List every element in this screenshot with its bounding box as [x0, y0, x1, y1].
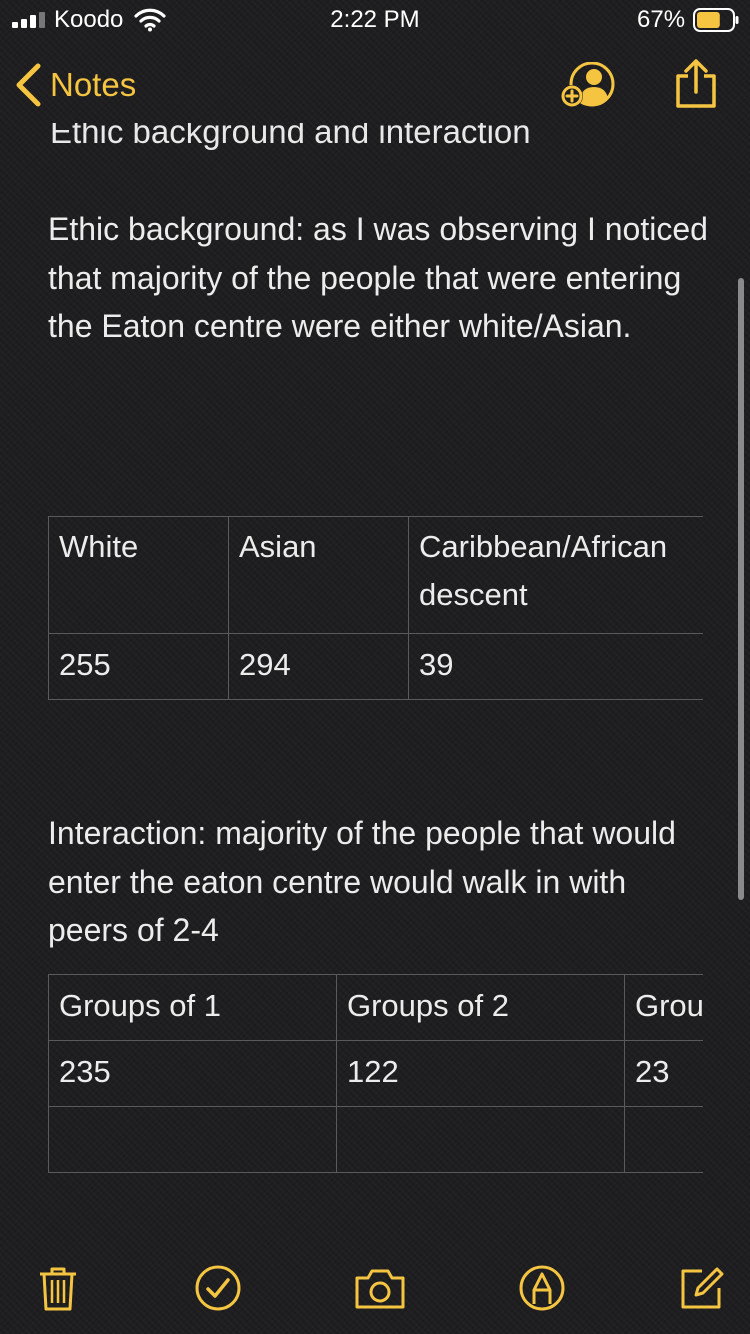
camera-icon[interactable]: [354, 1264, 406, 1312]
ethnicity-table[interactable]: White Asian Caribbean/African descent 25…: [48, 516, 703, 700]
table-cell[interactable]: 122: [336, 1040, 625, 1107]
table-cell[interactable]: [624, 1106, 703, 1173]
battery-icon: [693, 8, 739, 32]
chevron-left-icon: [16, 63, 41, 107]
note-body[interactable]: Ethic background and interaction Ethic b…: [48, 112, 708, 1242]
table-cell[interactable]: Grou: [624, 974, 703, 1041]
trash-icon[interactable]: [34, 1264, 82, 1312]
table-row: [48, 1106, 703, 1173]
bottom-toolbar: [0, 1256, 750, 1326]
markup-pen-icon[interactable]: [518, 1264, 566, 1312]
table-row: White Asian Caribbean/African descent: [48, 516, 703, 634]
table-cell[interactable]: 23: [624, 1040, 703, 1107]
group-size-table[interactable]: Groups of 1 Groups of 2 Grou 235 122 23: [48, 974, 703, 1173]
table-row: 255 294 39: [48, 633, 703, 700]
table-cell[interactable]: [336, 1106, 625, 1173]
interaction-paragraph: Interaction: majority of the people that…: [48, 815, 676, 948]
battery-percentage: 67%: [637, 6, 686, 33]
table-cell[interactable]: 294: [228, 633, 409, 700]
back-label: Notes: [50, 66, 137, 103]
table-cell[interactable]: [48, 1106, 337, 1173]
compose-icon[interactable]: [678, 1264, 726, 1312]
table-row: 235 122 23: [48, 1040, 703, 1107]
table-cell[interactable]: Caribbean/African descent: [408, 516, 703, 634]
table-cell[interactable]: 255: [48, 633, 229, 700]
note-title-partial: Ethic background and interaction: [50, 113, 531, 150]
share-icon[interactable]: [672, 58, 720, 110]
table-cell[interactable]: Groups of 2: [336, 974, 625, 1041]
ethnic-background-paragraph: Ethic background: as I was observing I n…: [48, 211, 708, 344]
table-row: Groups of 1 Groups of 2 Grou: [48, 974, 703, 1041]
table-cell[interactable]: Asian: [228, 516, 409, 634]
back-to-notes-button[interactable]: Notes: [14, 60, 136, 110]
checkmark-circle-icon[interactable]: [194, 1264, 242, 1312]
table-cell[interactable]: White: [48, 516, 229, 634]
scrollbar[interactable]: [738, 278, 744, 900]
status-bar: Koodo 2:22 PM 67%: [0, 0, 750, 40]
table-cell[interactable]: 39: [408, 633, 703, 700]
add-person-icon[interactable]: [558, 62, 618, 110]
table-cell[interactable]: Groups of 1: [48, 974, 337, 1041]
table-cell[interactable]: 235: [48, 1040, 337, 1107]
